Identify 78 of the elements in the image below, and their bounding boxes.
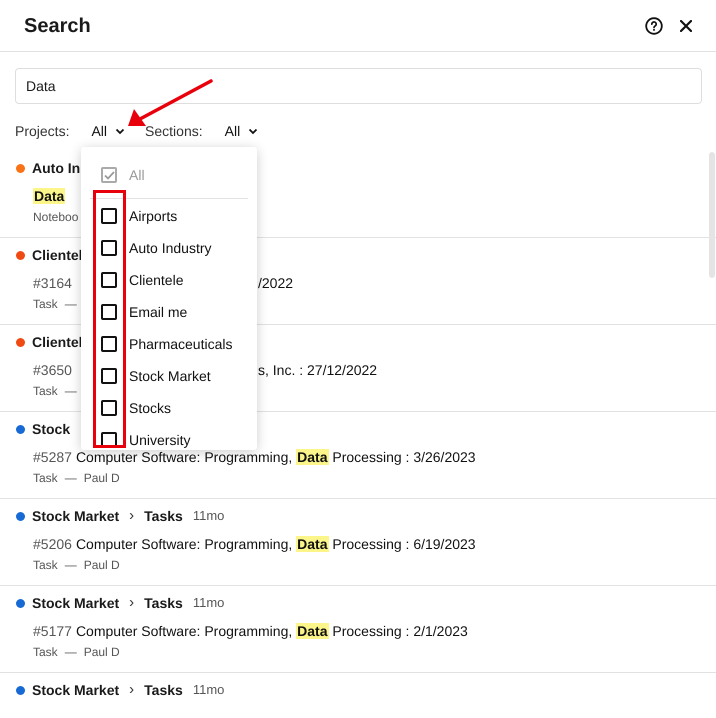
filter-dropdown[interactable]: All [91,120,126,142]
item-meta: Task [33,557,58,574]
item-meta: Paul D [84,557,120,574]
section-name: Tasks [144,506,183,526]
breadcrumb-separator: › [129,592,134,613]
checkmark-icon [104,170,114,180]
item-title: /2022 [258,274,294,292]
item-meta: Task [33,470,58,487]
section-name: Tasks [144,680,183,700]
timestamp: 11mo [192,681,224,700]
project-name: Stock Market [32,594,120,612]
checkbox[interactable] [101,336,117,352]
item-meta: Paul D [84,644,120,661]
breadcrumb-separator: › [129,506,134,526]
project-name: Auto In [32,158,80,178]
filter-label: Sections: [145,122,203,140]
item-title: Computer Software: Programming, Data Processing : 2/1/2023 [76,622,468,641]
checkbox[interactable] [101,432,117,448]
option-label: University [129,430,190,450]
result-item[interactable]: Stock Market › Tasks 11mo [0,673,716,718]
result-item[interactable]: Stock Market › Tasks 11mo #5206 Computer Software: Programming, Data Processing : 6/19/2023 Task — Paul D [0,499,716,586]
project-option[interactable]: Clientele [81,264,257,296]
option-label: Pharmaceuticals [129,334,232,354]
result-item[interactable]: Stock Market › Tasks 11mo #5177 Computer Software: Programming, Data Processing : 2/1/2023 Task — Paul D [0,586,716,673]
project-name: Stock [32,420,70,438]
help-icon[interactable] [645,16,663,34]
project-option[interactable]: University [81,424,257,450]
filter-dropdown[interactable]: All [224,120,258,142]
chevron-down-icon [248,128,258,134]
project-name: Stock Market [32,506,120,526]
chevron-down-icon [115,128,126,134]
project-name: Clientel [32,332,83,352]
item-title: Computer Software: Programming, Data Processing : 3/26/2023 [76,448,476,467]
project-option[interactable]: Email me [81,296,257,328]
item-number: #3650 [33,360,72,380]
option-label: Email me [129,302,188,322]
item-meta: — [64,383,77,400]
breadcrumb-separator: › [129,680,134,700]
project-name: Stock Market [32,680,120,700]
item-number: #3164 [33,274,72,292]
item-title: Data [33,186,66,206]
search-field[interactable]: Data [15,68,702,104]
checkbox[interactable] [101,368,117,384]
option-label: Stock Market [129,366,211,386]
item-meta: Task [33,383,58,400]
item-meta: — [64,644,77,661]
checkbox[interactable] [101,240,117,256]
project-option[interactable]: Airports [81,200,257,232]
section-name: Tasks [144,594,183,612]
item-number: #5206 [33,534,72,554]
close-icon[interactable] [680,20,692,32]
item-number: #5177 [33,622,72,640]
item-meta: — [64,470,77,487]
item-meta: Task [33,296,58,313]
project-name: Clientel [32,246,83,264]
item-meta: Task [33,644,58,661]
scrollbar[interactable] [709,152,715,278]
filter-label: Projects: [15,122,70,141]
option-label: Clientele [129,270,184,290]
dialog-title: Search [24,14,92,38]
option-label: All [129,166,145,184]
item-meta: — [64,557,77,574]
project-option[interactable]: Stock Market [81,360,257,392]
timestamp: 11mo [192,507,224,526]
item-title: s, Inc. : 27/12/2022 [258,360,378,380]
checkbox[interactable] [101,400,117,416]
item-number: #5287 [33,448,72,466]
item-title: Computer Software: Programming, Data Processing : 6/19/2023 [76,534,476,554]
item-meta: Noteboo [33,209,78,226]
timestamp: 11mo [192,594,224,612]
checkbox[interactable] [101,272,117,288]
checkbox[interactable] [101,208,117,224]
item-meta: Paul D [84,470,120,487]
option-label: Airports [129,206,178,226]
option-label: Auto Industry [129,238,212,258]
project-option[interactable]: Pharmaceuticals [81,328,257,360]
item-meta: — [64,296,77,313]
checkbox[interactable] [101,304,117,320]
